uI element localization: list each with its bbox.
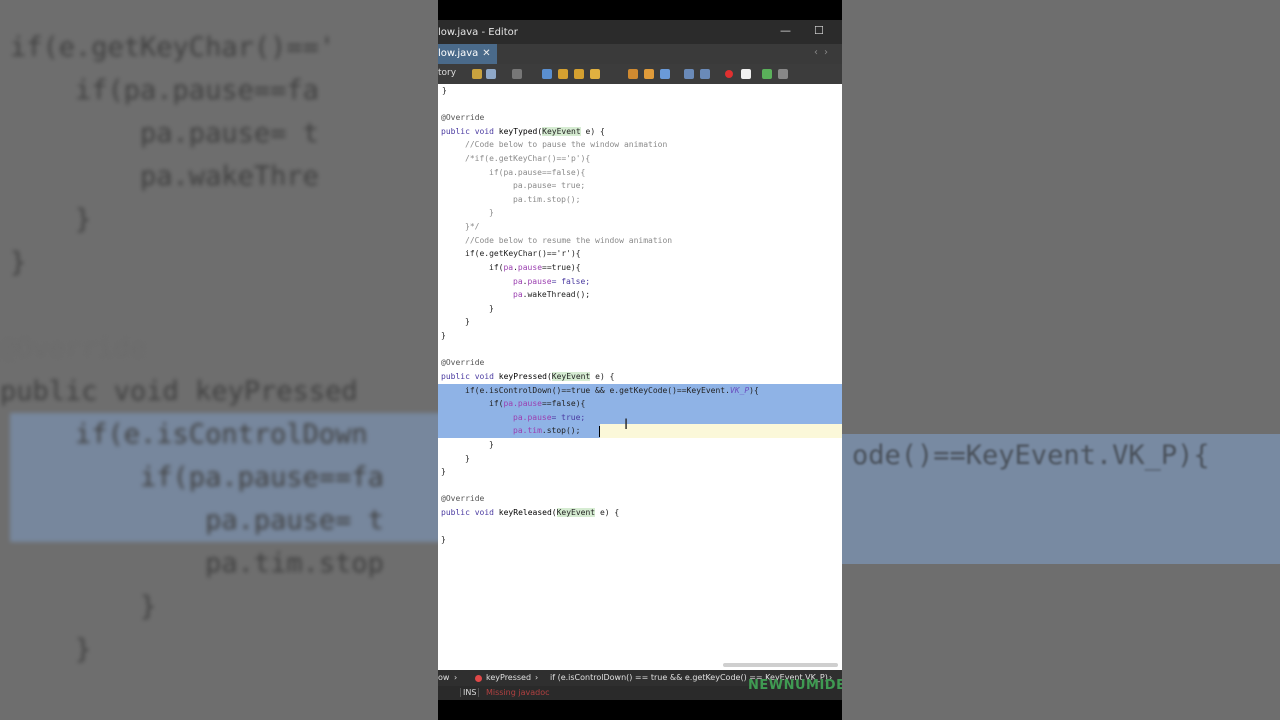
close-icon[interactable]: ✕ — [482, 48, 490, 59]
code-line: } — [441, 467, 446, 476]
code-line: } — [441, 535, 446, 544]
editor-tab-bar: low.java ✕ ‹› — [438, 44, 842, 64]
prev-bookmark-icon[interactable] — [628, 69, 638, 79]
code-line: //Code below to resume the window animat… — [465, 236, 673, 245]
stop-macro-icon[interactable] — [741, 69, 751, 79]
shift-left-icon[interactable] — [684, 69, 694, 79]
watermark: NEWNUMIDE — [748, 678, 842, 693]
back-icon[interactable] — [512, 69, 522, 79]
code-line: pa.tim.stop(); — [513, 195, 581, 204]
code-line: @Override — [441, 358, 485, 367]
code-line: if(pa.pause==true){ — [489, 263, 581, 272]
code-line: @Override — [441, 494, 485, 503]
title-bar: low.java - Editor — ☐ — [438, 0, 842, 44]
code-line-selected: if(pa.pause==false){ — [438, 397, 842, 411]
uncomment-icon[interactable] — [778, 69, 788, 79]
next-occurrence-icon[interactable] — [574, 69, 584, 79]
status-message: Missing javadoc — [486, 688, 550, 697]
bg-line: } — [10, 204, 92, 235]
breadcrumb-file[interactable]: ow — [438, 673, 449, 682]
code-line: } — [489, 440, 494, 449]
source-icon[interactable] — [472, 69, 482, 79]
code-line: public void keyReleased(KeyEvent e) { — [441, 508, 620, 517]
bg-line: @Override — [0, 333, 147, 364]
bg-line: if(pa.pause==fa — [10, 456, 438, 499]
horizontal-scrollbar[interactable] — [723, 663, 838, 667]
blurred-background-left: if(e.getKeyChar()==' if(pa.pause==fa pa.… — [0, 0, 438, 720]
bg-line — [10, 284, 438, 327]
code-line: /*if(e.getKeyChar()=='p'){ — [465, 154, 591, 163]
code-line: } — [489, 208, 494, 217]
tab-file[interactable]: low.java ✕ — [438, 44, 497, 64]
prev-occurrence-icon[interactable] — [558, 69, 568, 79]
bg-line: pa.tim.stop — [10, 548, 384, 579]
chevron-right-icon: › — [535, 673, 539, 682]
code-line: }*/ — [465, 222, 480, 231]
code-line: public void keyPressed(KeyEvent e) { — [441, 372, 615, 381]
bg-line: } — [10, 247, 27, 278]
window-title: low.java - Editor — [438, 27, 518, 38]
shift-right-icon[interactable] — [700, 69, 710, 79]
method-icon — [475, 675, 482, 682]
record-macro-icon[interactable] — [725, 70, 733, 78]
bg-line: ode()==KeyEvent.VK_P){ — [852, 440, 1210, 471]
history-icon[interactable] — [486, 69, 496, 79]
toggle-bookmark-icon[interactable] — [660, 69, 670, 79]
mouse-ibeam-cursor: Ι — [624, 417, 629, 433]
minimize-button[interactable]: — — [780, 24, 791, 37]
code-line: } — [441, 331, 446, 340]
blurred-background-right: ode()==KeyEvent.VK_P){ — [842, 0, 1280, 720]
code-line: } — [465, 454, 470, 463]
bg-line: public void keyPressed — [0, 376, 358, 407]
code-line-selected: pa.pause= true; — [438, 411, 842, 425]
breadcrumb-method[interactable]: keyPressed — [486, 673, 531, 682]
code-line: } — [465, 317, 470, 326]
bg-line: pa.pause= t — [10, 118, 319, 149]
comment-icon[interactable] — [762, 69, 772, 79]
tab-nav-arrows[interactable]: ‹› — [814, 47, 834, 58]
toggle-highlight-icon[interactable] — [590, 69, 600, 79]
tab-label: low.java — [438, 48, 479, 59]
toolbar-label: tory — [438, 68, 457, 78]
code-line-selected: if(e.isControlDown()==true && e.getKeyCo… — [438, 384, 842, 398]
bg-line: } — [10, 634, 92, 665]
bg-line: pa.wakeThre — [10, 161, 319, 192]
next-bookmark-icon[interactable] — [644, 69, 654, 79]
bg-line: pa.pause= t — [10, 499, 438, 542]
bg-line: if(pa.pause==fa — [10, 75, 319, 106]
code-line: if(pa.pause==false){ — [489, 168, 586, 177]
bg-line: if(e.isControlDown — [10, 413, 438, 456]
code-line: pa.wakeThread(); — [513, 290, 591, 299]
chevron-right-icon: › — [454, 673, 458, 682]
code-line: pa.pause= false; — [513, 277, 591, 286]
bg-line: } — [10, 591, 157, 622]
code-line: pa.pause= true; — [513, 181, 586, 190]
code-line: public void keyTyped(KeyEvent e) { — [441, 127, 605, 136]
code-editor[interactable]: } @Override public void keyTyped(KeyEven… — [438, 84, 842, 670]
insert-mode-indicator[interactable]: INS — [460, 688, 480, 697]
editor-window: low.java - Editor — ☐ low.java ✕ ‹› tory … — [438, 0, 842, 720]
text-caret — [599, 426, 600, 437]
code-line: //Code below to pause the window animati… — [465, 140, 668, 149]
code-line-current: pa.tim.stop(); — [438, 424, 842, 438]
code-line: if(e.getKeyChar()=='r'){ — [465, 249, 581, 258]
toolbar: tory — [438, 64, 842, 84]
bg-line: if(e.getKeyChar()==' — [10, 32, 336, 63]
find-icon[interactable] — [542, 69, 552, 79]
code-line: } — [489, 304, 494, 313]
maximize-button[interactable]: ☐ — [814, 24, 824, 37]
code-line: } — [442, 86, 447, 95]
code-line: @Override — [441, 113, 485, 122]
